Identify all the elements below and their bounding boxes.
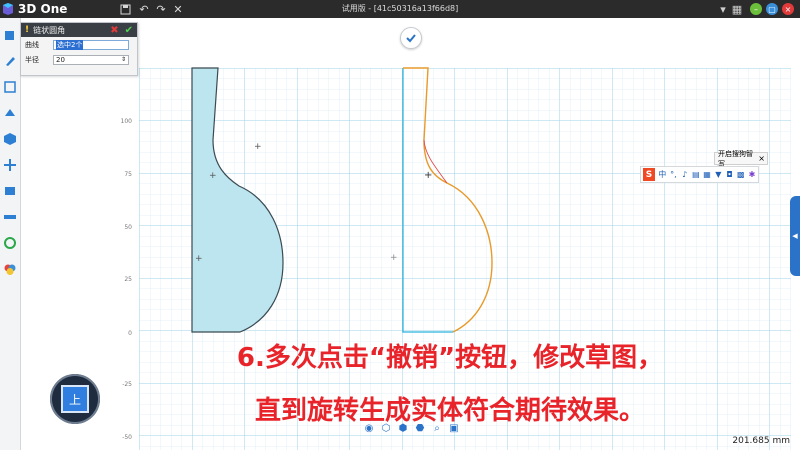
cursor-crosshair: + — [424, 170, 432, 181]
basic-shapes-icon[interactable] — [3, 28, 17, 42]
gamepad-icon[interactable]: ◘ — [724, 169, 734, 180]
sogou-logo-icon[interactable]: S — [643, 168, 656, 181]
curve-field[interactable]: 选中2个 — [53, 39, 129, 50]
snap-icon[interactable]: ▣ — [447, 421, 461, 435]
radius-label: 半径 — [25, 55, 39, 64]
ok-icon[interactable]: ✔ — [125, 25, 133, 36]
left-toolbar — [0, 18, 21, 450]
axis-label: -50 — [122, 434, 132, 441]
curve-label: 曲线 — [25, 40, 39, 49]
center-mark: + — [209, 171, 217, 181]
zoom-icon[interactable]: ⌕ — [430, 421, 444, 435]
sketch-grid: 100 75 50 25 0 -25 -50 + + + + + — [121, 67, 791, 450]
shaded-icon[interactable]: ⬣ — [413, 421, 427, 435]
refresh-icon[interactable] — [3, 236, 17, 250]
center-mark: + — [195, 254, 203, 264]
measure-icon[interactable] — [3, 210, 17, 224]
bottom-toolbar: ◉ ⬡ ⬢ ⬣ ⌕ ▣ — [362, 421, 462, 437]
3d-viewport[interactable]: 100 75 50 25 0 -25 -50 + + + + + — [21, 18, 791, 450]
radius-value: 20 — [56, 55, 65, 64]
feature-icon[interactable] — [3, 132, 17, 146]
move-icon[interactable] — [3, 158, 17, 172]
menu-icon[interactable]: ▾ — [716, 2, 730, 16]
cube-icon[interactable]: ▦ — [730, 2, 744, 16]
view-box-icon[interactable]: ⬡ — [379, 421, 393, 435]
settings-icon[interactable]: ✱ — [747, 169, 757, 180]
sketch-icon[interactable] — [3, 80, 17, 94]
brush-icon[interactable] — [3, 54, 17, 68]
render-mode-icon[interactable]: ⬢ — [396, 421, 410, 435]
check-icon — [406, 34, 416, 43]
curve-row: 曲线 选中2个 — [21, 37, 137, 52]
axis-label: -25 — [122, 381, 132, 388]
radius-field[interactable]: 20 ⇕ — [53, 54, 129, 65]
close-window-button[interactable]: × — [782, 3, 794, 15]
cancel-icon[interactable]: ✖ — [110, 25, 118, 36]
title-bar: 3D One ↶ ↷ ✕ 试用版 - [41c50316a13f66d8] ▾ … — [0, 0, 800, 18]
confirm-badge[interactable] — [400, 27, 422, 49]
distance-readout: 201.685 mm — [732, 436, 790, 446]
curve-value: 选中2个 — [56, 39, 84, 50]
ime-toolbar: S 中 °, ♪ ▤ ▦ ▼ ◘ ▩ ✱ — [640, 166, 759, 183]
grid-icon[interactable]: ▦ — [702, 169, 712, 180]
warning-icon: ! — [25, 25, 30, 35]
radius-row: 半径 20 ⇕ — [21, 52, 137, 67]
ime-punct[interactable]: °, — [668, 169, 678, 180]
center-mark: + — [254, 142, 262, 152]
axis-label: 75 — [124, 171, 132, 178]
spinner-icon[interactable]: ⇕ — [121, 56, 126, 63]
eye-icon[interactable]: ◉ — [362, 421, 376, 435]
caption-line-1: 6.多次点击“撤销”按钮，修改草图， — [236, 343, 664, 373]
axis-label: 25 — [124, 276, 132, 283]
panel-title: 链状圆角 — [33, 25, 66, 35]
apps-icon[interactable]: ▩ — [736, 169, 746, 180]
keyboard-icon[interactable]: ▤ — [691, 169, 701, 180]
combine-icon[interactable] — [3, 184, 17, 198]
window-title: 试用版 - [41c50316a13f66d8] — [341, 4, 459, 13]
side-panel-toggle[interactable]: ◀ — [790, 196, 800, 276]
ime-tooltip: 开启搜狗智写 × — [714, 150, 768, 168]
center-mark: + — [390, 253, 398, 263]
view-cube-face[interactable]: 上 — [61, 385, 89, 413]
chain-fillet-panel: ! 链状圆角 ✖ ✔ 曲线 选中2个 半径 20 ⇕ — [20, 22, 138, 76]
panel-header: ! 链状圆角 ✖ ✔ — [21, 23, 137, 37]
minimize-button[interactable]: – — [750, 3, 762, 15]
microphone-icon[interactable]: ♪ — [680, 169, 690, 180]
ime-tooltip-close[interactable]: × — [758, 154, 765, 163]
color-icon[interactable] — [3, 262, 17, 276]
axis-label: 0 — [128, 330, 132, 337]
maximize-button[interactable]: ▢ — [766, 3, 778, 15]
edit-sketch-icon[interactable] — [3, 106, 17, 120]
ime-mode[interactable]: 中 — [657, 169, 667, 180]
axis-label: 50 — [124, 224, 132, 231]
axis-label: 100 — [121, 118, 133, 125]
view-cube[interactable]: 上 — [50, 374, 100, 424]
shirt-icon[interactable]: ▼ — [713, 169, 723, 180]
